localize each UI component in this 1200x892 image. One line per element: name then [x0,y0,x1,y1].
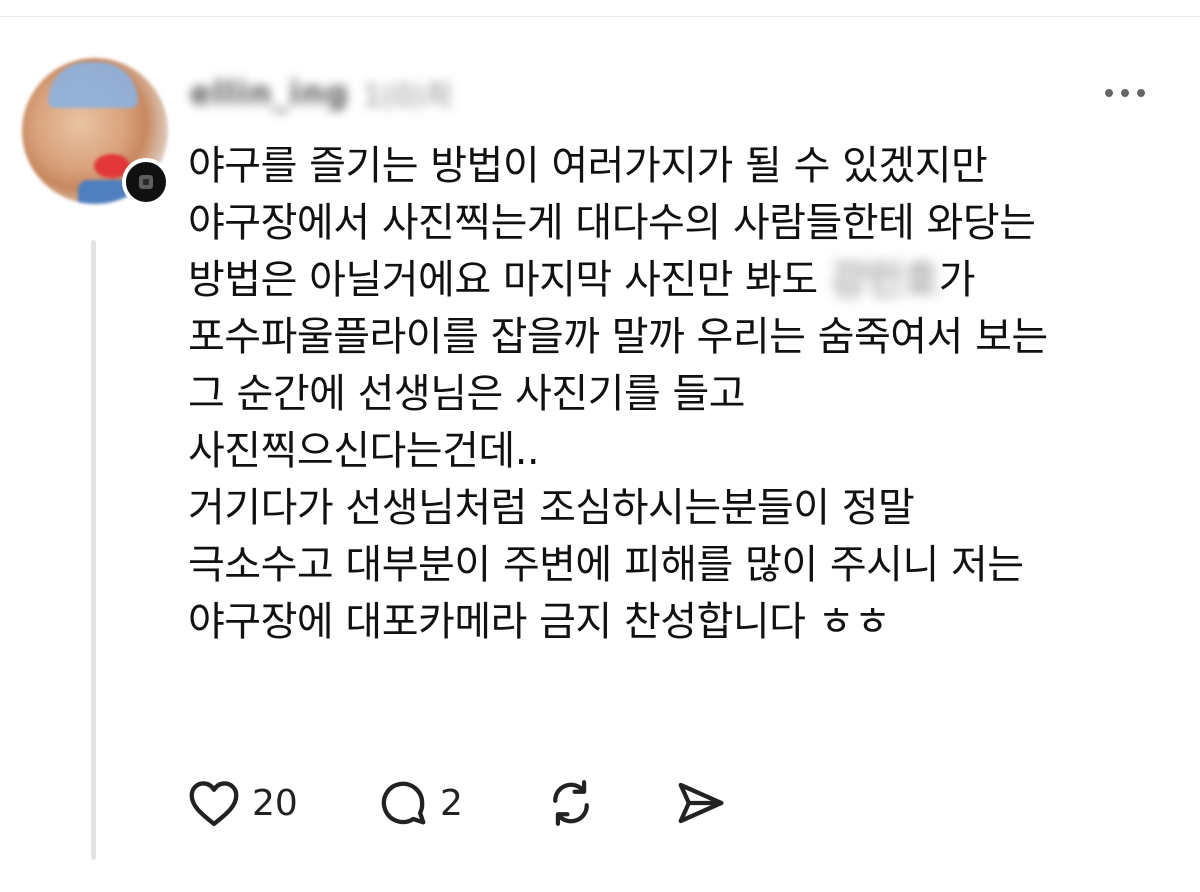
username-suffix: 1(0)죄 [363,79,453,114]
badge-glyph [139,175,153,189]
post-line: 야구장에서 사진찍는게 대다수의 사람들한테 와당는 [188,200,1036,246]
action-bar: 20 2 [186,770,728,836]
post-line: 방법은 아닐거에요 마지막 사진만 봐도 강민호가 [188,252,1178,309]
like-count: 20 [252,782,298,824]
reply-button[interactable]: 2 [376,776,544,830]
post-line: 거기다가 선생님처럼 조심하시는분들이 정말 [188,485,915,531]
post-line: 야구장에 대포카메라 금지 찬성합니다 ㅎㅎ [188,599,891,645]
post-line: 극소수고 대부분이 주변에 피해를 많이 주시니 저는 [188,542,1024,588]
post-line: 사진찍으신다는건데.. [188,428,540,474]
speech-bubble-icon [381,781,426,825]
post-line: 포수파울플라이를 잡을까 말까 우리는 숨죽여서 보는 [188,314,1048,360]
like-button[interactable]: 20 [186,778,376,828]
share-button[interactable] [674,776,728,830]
username-text: ellin_ing [190,74,350,112]
post-body: 야구를 즐기는 방법이 여러가지가 될 수 있겠지만 야구장에서 사진찍는게 대… [188,138,1178,651]
redacted-name: 강민호 [829,257,939,303]
more-horizontal-icon-dot [1121,89,1129,97]
repost-button[interactable] [544,776,674,830]
send-icon [678,782,724,824]
more-options-button[interactable] [1092,78,1158,108]
post-line-text: 방법은 아닐거에요 마지막 사진만 봐도 [188,257,830,303]
top-divider [0,16,1200,17]
heart-icon [189,781,239,827]
reply-count: 2 [440,782,463,824]
avatar-cap [48,62,138,108]
username[interactable]: ellin_ing 1(0)죄 [190,70,520,116]
repost-icon [553,780,589,826]
post-line: 그 순간에 선생님은 사진기를 들고 [188,371,746,417]
post-line-suffix: 가 [938,257,976,303]
post-line: 야구를 즐기는 방법이 여러가지가 될 수 있겠지만 [188,143,988,189]
more-horizontal-icon-dot [1137,89,1145,97]
follow-badge-icon[interactable] [122,158,170,206]
thread-line [91,240,96,860]
more-horizontal-icon [1105,89,1113,97]
